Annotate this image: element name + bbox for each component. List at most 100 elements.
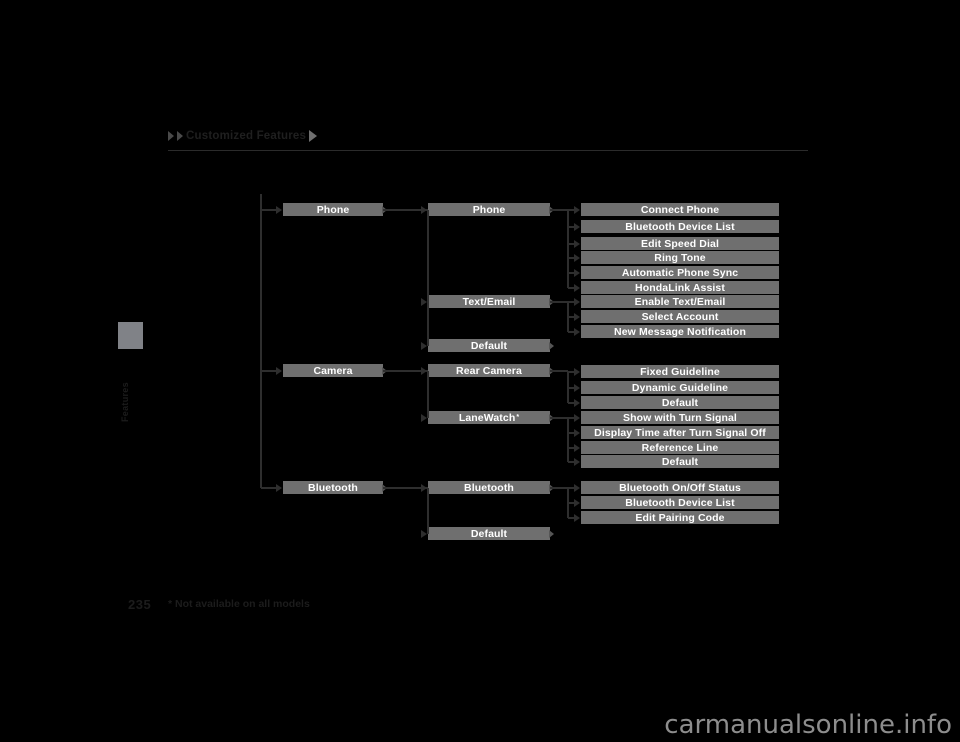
menu-node-label: LaneWatch (458, 411, 516, 424)
menu-node-label: Default (661, 455, 699, 468)
menu-node-label: Bluetooth (464, 481, 514, 494)
menu-node-label: Text/Email (462, 295, 516, 308)
menu-node-label: Select Account (641, 310, 719, 323)
menu-node[interactable]: Dynamic Guideline (581, 381, 779, 394)
node-outlet-line (550, 300, 568, 303)
connector-arrow-icon (574, 383, 580, 392)
menu-node-label: Automatic Phone Sync (621, 266, 739, 279)
connector-arrow-icon (421, 205, 427, 214)
menu-node[interactable]: LaneWatch * (428, 411, 550, 424)
menu-node[interactable]: Ring Tone (581, 251, 779, 264)
connector-arrow-icon (276, 205, 282, 214)
trunk-branch (261, 369, 277, 372)
menu-node-label: Phone (472, 203, 506, 216)
menu-node-label: Reference Line (641, 441, 719, 454)
manual-page: Customized Features Features Phone Camera… (0, 0, 960, 742)
menu-node-label: Connect Phone (640, 203, 720, 216)
menu-node[interactable]: Edit Speed Dial (581, 237, 779, 250)
trunk-branch (261, 208, 277, 211)
menu-node[interactable]: Select Account (581, 310, 779, 323)
menu-node[interactable]: Phone (283, 203, 383, 216)
menu-node-label: Bluetooth Device List (625, 220, 735, 233)
branch-bus (567, 417, 569, 462)
menu-node-label: Bluetooth (308, 481, 358, 494)
page-number: 235 (128, 597, 152, 612)
menu-node-label: Ring Tone (654, 251, 706, 264)
connector-arrow-icon (574, 253, 580, 262)
connector-arrow-icon (574, 398, 580, 407)
menu-node[interactable]: Bluetooth (283, 481, 383, 494)
menu-node[interactable]: Reference Line (581, 441, 779, 454)
node-outlet-icon (549, 529, 554, 538)
menu-node[interactable]: Automatic Phone Sync (581, 266, 779, 279)
menu-structure-diagram: Phone Camera Bluetooth Phone Text/Email Defau… (0, 0, 960, 742)
node-outlet-line (550, 369, 568, 372)
menu-node[interactable]: Bluetooth Device List (581, 220, 779, 233)
menu-node[interactable]: New Message Notification (581, 325, 779, 338)
menu-node[interactable]: Enable Text/Email (581, 295, 779, 308)
connector-arrow-icon (574, 367, 580, 376)
connector-arrow-icon (421, 297, 427, 306)
connector-arrow-icon (574, 483, 580, 492)
connector-arrow-icon (574, 312, 580, 321)
connector-arrow-icon (276, 366, 282, 375)
menu-node[interactable]: Camera (283, 364, 383, 377)
menu-node-label: New Message Notification (614, 325, 746, 338)
menu-node-label: Dynamic Guideline (631, 381, 729, 394)
connector-arrow-icon (574, 297, 580, 306)
menu-node[interactable]: Display Time after Turn Signal Off (581, 426, 779, 439)
connector-arrow-icon (574, 268, 580, 277)
connector-arrow-icon (574, 239, 580, 248)
node-outlet-line (550, 486, 568, 489)
branch-bus (427, 487, 429, 534)
connector-arrow-icon (574, 443, 580, 452)
menu-node[interactable]: Default (581, 396, 779, 409)
connector-arrow-icon (574, 428, 580, 437)
connector-arrow-icon (574, 498, 580, 507)
menu-node-label: Default (470, 339, 508, 352)
menu-node[interactable]: Connect Phone (581, 203, 779, 216)
connector-arrow-icon (574, 457, 580, 466)
connector-arrow-icon (421, 341, 427, 350)
connector-arrow-icon (574, 513, 580, 522)
branch-bus (427, 370, 429, 418)
menu-node-label: Display Time after Turn Signal Off (594, 426, 766, 439)
menu-node-label: HondaLink Assist (635, 281, 725, 294)
footnote: * Not available on all models (168, 598, 310, 610)
menu-node[interactable]: Bluetooth On/Off Status (581, 481, 779, 494)
menu-node[interactable]: Default (428, 527, 550, 540)
connector-arrow-icon (421, 529, 427, 538)
menu-node[interactable]: Text/Email (428, 295, 550, 308)
connector-arrow-icon (421, 366, 427, 375)
node-outlet-line (550, 208, 568, 211)
menu-node-label: Show with Turn Signal (623, 411, 737, 424)
menu-node-label: Phone (316, 203, 350, 216)
menu-node[interactable]: Fixed Guideline (581, 365, 779, 378)
menu-node-label: Fixed Guideline (640, 365, 720, 378)
menu-node[interactable]: Default (581, 455, 779, 468)
menu-node-label: Camera (313, 364, 353, 377)
menu-node-label: Bluetooth Device List (625, 496, 735, 509)
branch-bus (567, 209, 569, 288)
menu-node[interactable]: Show with Turn Signal (581, 411, 779, 424)
menu-node-label: Default (470, 527, 508, 540)
menu-node[interactable]: Edit Pairing Code (581, 511, 779, 524)
connector-arrow-icon (276, 483, 282, 492)
menu-node-label: Rear Camera (456, 364, 522, 377)
menu-node[interactable]: HondaLink Assist (581, 281, 779, 294)
connector-arrow-icon (574, 222, 580, 231)
connector-arrow-icon (421, 483, 427, 492)
menu-node[interactable]: Rear Camera (428, 364, 550, 377)
connector-arrow-icon (574, 205, 580, 214)
branch-bus (427, 209, 429, 346)
watermark: carmanualsonline.info (664, 710, 952, 740)
trunk-branch (261, 486, 277, 489)
node-outlet-icon (549, 341, 554, 350)
menu-node[interactable]: Bluetooth Device List (581, 496, 779, 509)
menu-node[interactable]: Phone (428, 203, 550, 216)
menu-node[interactable]: Default (428, 339, 550, 352)
footnote-marker: * (516, 414, 520, 421)
menu-node-label: Edit Pairing Code (635, 511, 725, 524)
menu-node[interactable]: Bluetooth (428, 481, 550, 494)
connector-arrow-icon (574, 413, 580, 422)
